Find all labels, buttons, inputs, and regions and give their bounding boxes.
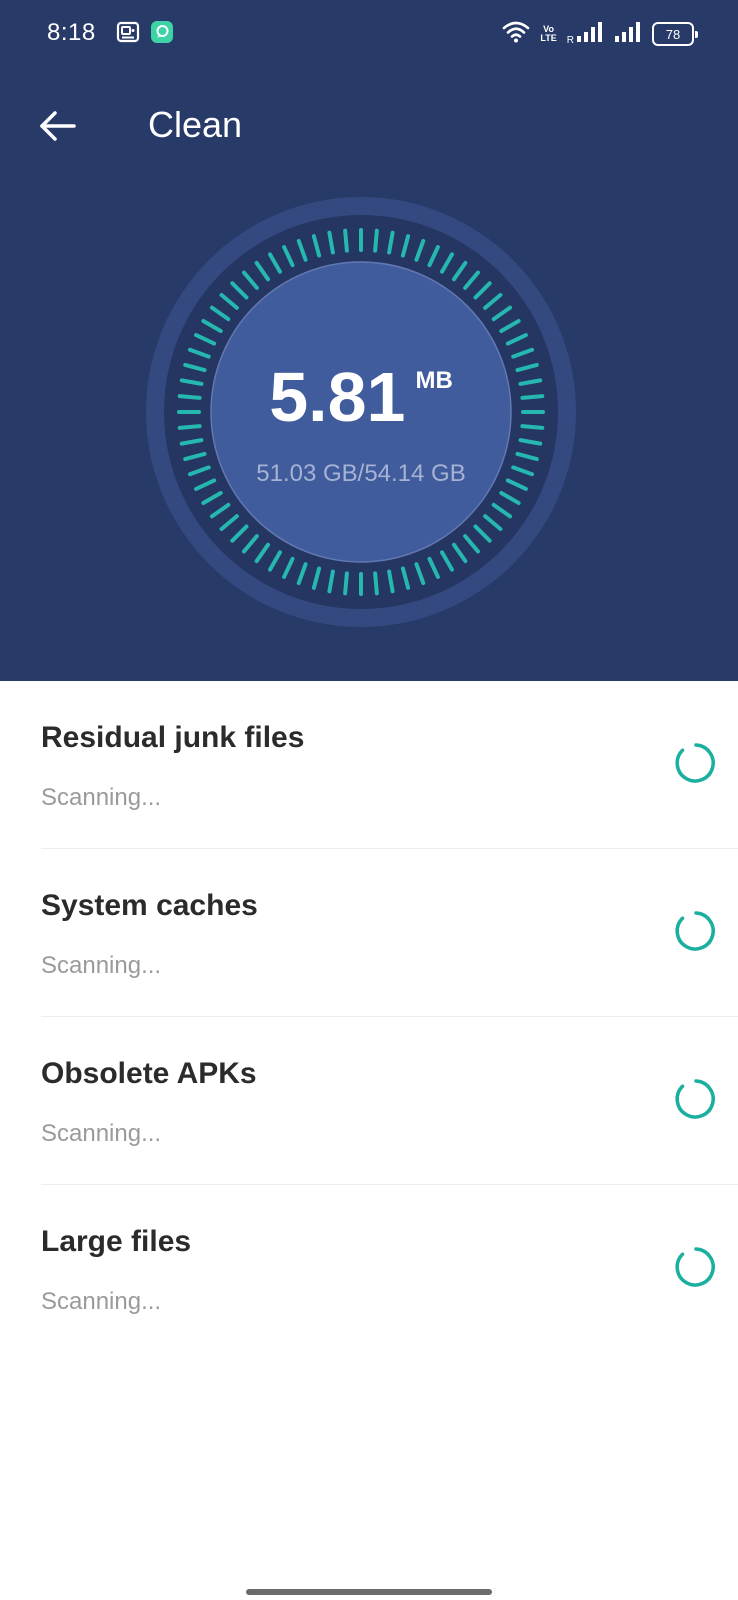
loading-spinner-icon	[675, 1079, 715, 1119]
home-indicator[interactable]	[246, 1589, 492, 1595]
loading-spinner-icon	[675, 911, 715, 951]
storage-gauge: 5.81 MB 51.03 GB/54.14 GB	[146, 197, 576, 627]
volte-icon: Vo LTE	[540, 24, 557, 43]
status-time: 8:18	[47, 19, 96, 46]
signal-strength-icon	[614, 21, 642, 48]
page-title: Clean	[148, 104, 243, 145]
scan-item-residual-junk-files[interactable]: Residual junk files Scanning...	[41, 681, 738, 849]
junk-size: 5.81 MB	[146, 357, 576, 437]
junk-size-unit: MB	[415, 367, 453, 394]
storage-usage: 51.03 GB/54.14 GB	[256, 460, 466, 487]
status-icons: Vo LTE R 78	[502, 20, 698, 48]
gauge-tick	[373, 228, 379, 253]
signal-strength-icon	[576, 21, 604, 48]
scan-item-system-caches[interactable]: System caches Scanning...	[41, 849, 738, 1017]
loading-spinner-icon	[675, 1247, 715, 1287]
scan-item-status: Scanning...	[41, 1120, 162, 1147]
loading-spinner-icon	[675, 743, 715, 783]
scan-item-status: Scanning...	[41, 784, 162, 811]
storage-app-icon	[116, 20, 140, 49]
battery-icon: 78	[652, 22, 698, 46]
scan-item-title: Large files	[41, 1225, 192, 1258]
toolbar: Clean	[0, 80, 738, 170]
scan-list: Residual junk files Scanning... System c…	[0, 681, 738, 1353]
status-bar: 8:18 Vo LTE R 78	[0, 0, 738, 66]
gauge-tick	[343, 571, 349, 596]
scan-item-large-files[interactable]: Large files Scanning...	[41, 1185, 738, 1353]
battery-level: 78	[665, 26, 681, 42]
gauge-tick	[373, 571, 379, 596]
chat-app-icon	[150, 20, 174, 49]
scan-item-status: Scanning...	[41, 952, 162, 979]
scan-item-status: Scanning...	[41, 1288, 162, 1315]
wifi-icon	[502, 21, 530, 48]
scan-item-title: Residual junk files	[41, 721, 305, 754]
back-button[interactable]	[30, 98, 86, 154]
gauge-tick	[343, 228, 349, 253]
junk-size-value: 5.81	[269, 358, 406, 436]
header: 8:18 Vo LTE R 78 Clean 5.81 MB 51.03 GB/…	[0, 0, 738, 681]
roaming-indicator: R	[566, 35, 574, 46]
scan-item-obsolete-apks[interactable]: Obsolete APKs Scanning...	[41, 1017, 738, 1185]
arrow-left-icon	[40, 111, 76, 141]
scan-item-title: System caches	[41, 889, 258, 922]
scan-item-title: Obsolete APKs	[41, 1057, 257, 1090]
